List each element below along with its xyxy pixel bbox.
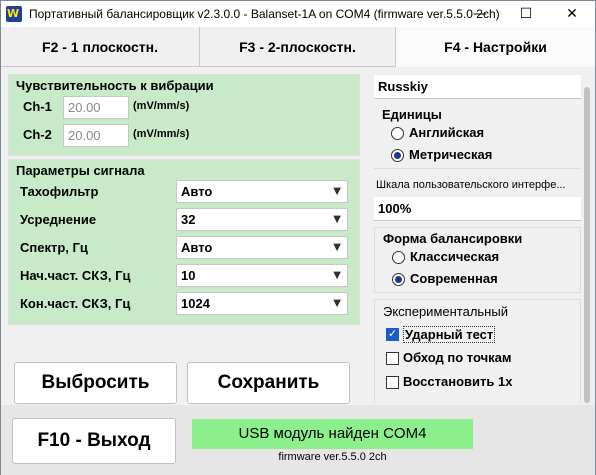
point-bypass-checkbox[interactable] bbox=[386, 352, 399, 365]
averaging-label: Усреднение bbox=[20, 212, 97, 227]
maximize-button[interactable]: ☐ bbox=[503, 1, 549, 27]
tab-settings[interactable]: F4 - Настройки bbox=[396, 27, 595, 67]
tab-one-plane[interactable]: F2 - 1 плоскостн. bbox=[1, 27, 200, 67]
firmware-version: firmware ver.5.5.0 2ch bbox=[278, 451, 387, 463]
tab-bar: F2 - 1 плоскостн. F3 - 2-плоскостн. F4 -… bbox=[1, 27, 595, 67]
spectrum-label: Спектр, Гц bbox=[20, 240, 88, 255]
chevron-down-icon: ▼ bbox=[333, 186, 341, 197]
sensitivity-title: Чувствительность к вибрации bbox=[16, 78, 214, 93]
experimental-title: Экспериментальный bbox=[383, 304, 508, 319]
rms-end-freq-label: Кон.част. СКЗ, Гц bbox=[20, 296, 131, 311]
settings-column: Russkiy Единицы Английская Метрическая Ш… bbox=[374, 67, 581, 403]
app-logo-icon: W bbox=[6, 6, 22, 22]
units-title: Единицы bbox=[382, 107, 442, 122]
chevron-down-icon: ▼ bbox=[333, 298, 341, 309]
save-button[interactable]: Сохранить bbox=[187, 362, 350, 404]
spectrum-select[interactable]: Авто ▼ bbox=[176, 236, 348, 259]
rms-start-freq-select[interactable]: 10 ▼ bbox=[176, 264, 348, 287]
form-modern-label: Современная bbox=[410, 271, 498, 286]
sensitivity-panel: Чувствительность к вибрации Ch-1 20.00 (… bbox=[8, 74, 360, 156]
chevron-down-icon: ▼ bbox=[333, 270, 341, 281]
impact-test-label: Ударный тест bbox=[403, 326, 496, 343]
ch2-sensitivity-input[interactable]: 20.00 bbox=[63, 124, 129, 147]
minimize-button[interactable]: — bbox=[457, 1, 503, 27]
exit-button[interactable]: F10 - Выход bbox=[12, 418, 176, 464]
ch1-sensitivity-input[interactable]: 20.00 bbox=[63, 96, 129, 119]
ui-scale-title: Шкала пользовательского интерфе... bbox=[376, 179, 566, 191]
form-classic-radio[interactable] bbox=[392, 251, 405, 264]
close-button[interactable]: ✕ bbox=[549, 1, 595, 27]
averaging-select[interactable]: 32 ▼ bbox=[176, 208, 348, 231]
balancing-form-group: Форма балансировки Классическая Современ… bbox=[374, 227, 581, 293]
ch2-unit: (mV/mm/s) bbox=[133, 128, 190, 140]
point-bypass-label: Обход по точкам bbox=[403, 350, 512, 365]
scrollbar-thumb[interactable] bbox=[584, 87, 590, 403]
experimental-group: Экспериментальный Ударный тест Обход по … bbox=[374, 299, 581, 403]
rms-start-freq-label: Нач.част. СКЗ, Гц bbox=[20, 268, 131, 283]
ch1-label: Ch-1 bbox=[23, 99, 52, 114]
ui-scale-field[interactable]: 100% bbox=[374, 197, 581, 221]
form-classic-label: Классическая bbox=[410, 249, 500, 264]
balancing-form-title: Форма балансировки bbox=[383, 231, 523, 246]
signal-title: Параметры сигнала bbox=[16, 163, 145, 178]
restore-1x-label: Восстановить 1x bbox=[403, 374, 513, 389]
app-window: W Портативный балансировщик v2.3.0.0 - B… bbox=[0, 0, 596, 475]
chevron-down-icon: ▼ bbox=[333, 214, 341, 225]
chevron-down-icon: ▼ bbox=[333, 242, 341, 253]
units-metric-label: Метрическая bbox=[409, 147, 493, 162]
settings-scrollbar[interactable] bbox=[583, 87, 591, 403]
language-field[interactable]: Russkiy bbox=[374, 75, 581, 99]
units-english-label: Английская bbox=[409, 125, 485, 140]
signal-panel: Параметры сигнала Тахофильтр Авто ▼ Усред… bbox=[8, 159, 360, 325]
ch1-unit: (mV/mm/s) bbox=[133, 100, 190, 112]
units-english-radio[interactable] bbox=[391, 127, 404, 140]
title-bar: W Портативный балансировщик v2.3.0.0 - B… bbox=[1, 1, 595, 27]
units-group: Единицы Английская Метрическая bbox=[374, 103, 581, 169]
units-metric-radio[interactable] bbox=[391, 149, 404, 162]
form-modern-radio[interactable] bbox=[392, 273, 405, 286]
reset-button[interactable]: Выбросить bbox=[14, 362, 177, 404]
ch2-label: Ch-2 bbox=[23, 127, 52, 142]
rms-end-freq-select[interactable]: 1024 ▼ bbox=[176, 292, 348, 315]
tab-two-plane[interactable]: F3 - 2-плоскостн. bbox=[200, 27, 396, 67]
bottom-bar: F10 - Выход USB модуль найден COM4 firmw… bbox=[1, 405, 595, 475]
impact-test-checkbox[interactable] bbox=[386, 327, 399, 341]
tacho-filter-label: Тахофильтр bbox=[20, 184, 99, 199]
window-title: Портативный балансировщик v2.3.0.0 - Bal… bbox=[29, 7, 500, 21]
tacho-filter-select[interactable]: Авто ▼ bbox=[176, 180, 348, 203]
usb-status-indicator: USB модуль найден COM4 bbox=[192, 419, 473, 449]
restore-1x-checkbox[interactable] bbox=[386, 376, 399, 389]
